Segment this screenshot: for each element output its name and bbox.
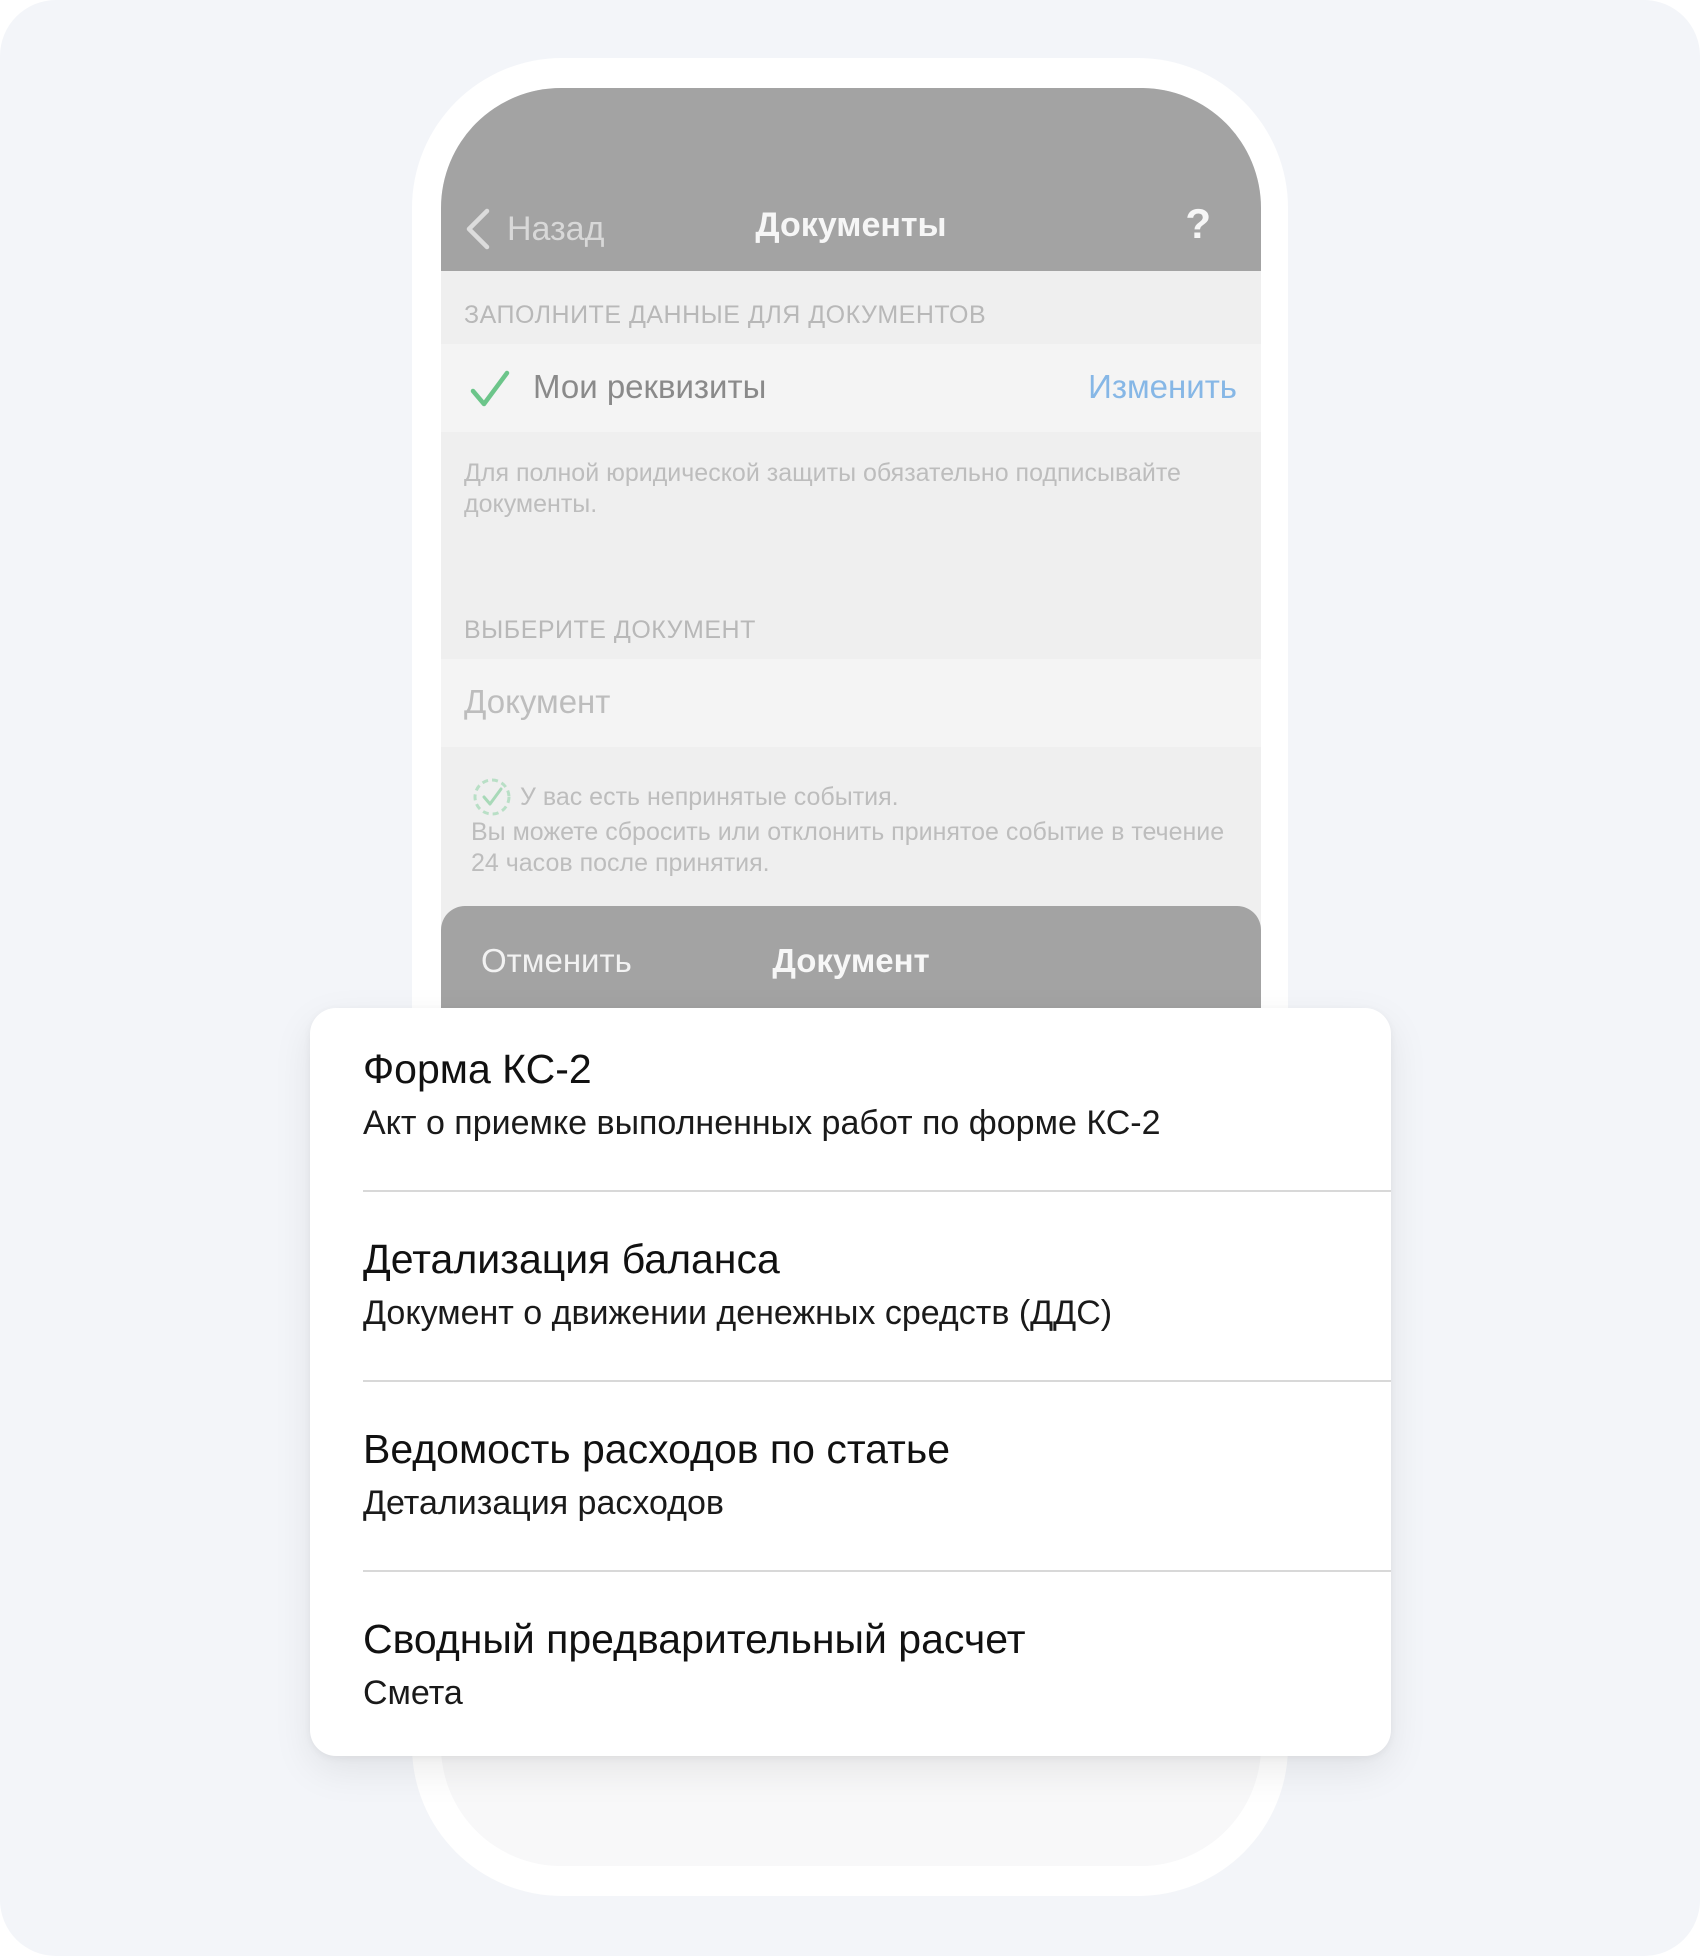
- navigation-bar: Назад Документы ?: [441, 88, 1261, 271]
- document-section-header: ВЫБЕРИТЕ ДОКУМЕНТ: [464, 616, 756, 644]
- document-placeholder: Документ: [464, 683, 611, 720]
- requisites-row[interactable]: Мои реквизиты Изменить: [441, 344, 1261, 432]
- divider: [363, 1570, 1391, 1572]
- picker-title: Документ: [772, 942, 930, 979]
- events-description: Вы можете сбросить или отклонить принято…: [471, 818, 1225, 877]
- document-select-row[interactable]: Документ: [441, 659, 1261, 747]
- option-balance-detail[interactable]: Детализация баланса Документ о движении …: [363, 1198, 1391, 1388]
- option-title: Детализация баланса: [363, 1236, 780, 1282]
- help-button[interactable]: ?: [1185, 200, 1211, 248]
- option-title: Сводный предварительный расчет: [363, 1616, 1026, 1662]
- option-estimate[interactable]: Сводный предварительный расчет Смета: [363, 1578, 1391, 1768]
- divider: [363, 1380, 1391, 1382]
- divider: [363, 1190, 1391, 1192]
- requisites-label: Мои реквизиты: [533, 368, 767, 405]
- checkmark-icon: [470, 370, 510, 407]
- events-title: У вас есть непринятые события.: [520, 783, 899, 811]
- option-subtitle: Документ о движении денежных средств (ДД…: [363, 1294, 1113, 1332]
- option-title: Ведомость расходов по статье: [363, 1426, 950, 1472]
- requisites-section-header: ЗАПОЛНИТЕ ДАННЫЕ ДЛЯ ДОКУМЕНТОВ: [464, 301, 987, 329]
- option-ks2[interactable]: Форма КС-2 Акт о приемке выполненных раб…: [363, 1008, 1391, 1198]
- option-subtitle: Акт о приемке выполненных работ по форме…: [363, 1104, 1161, 1142]
- option-subtitle: Смета: [363, 1674, 463, 1712]
- page-title: Документы: [755, 206, 947, 244]
- option-subtitle: Детализация расходов: [363, 1484, 724, 1522]
- requisites-note: Для полной юридической защиты обязательн…: [464, 459, 1181, 518]
- dashed-circle-check-icon: [473, 778, 511, 816]
- edit-requisites-link[interactable]: Изменить: [1088, 368, 1237, 406]
- option-expense-statement[interactable]: Ведомость расходов по статье Детализация…: [363, 1388, 1391, 1578]
- document-options-sheet: Форма КС-2 Акт о приемке выполненных раб…: [310, 1008, 1391, 1756]
- option-title: Форма КС-2: [363, 1046, 592, 1092]
